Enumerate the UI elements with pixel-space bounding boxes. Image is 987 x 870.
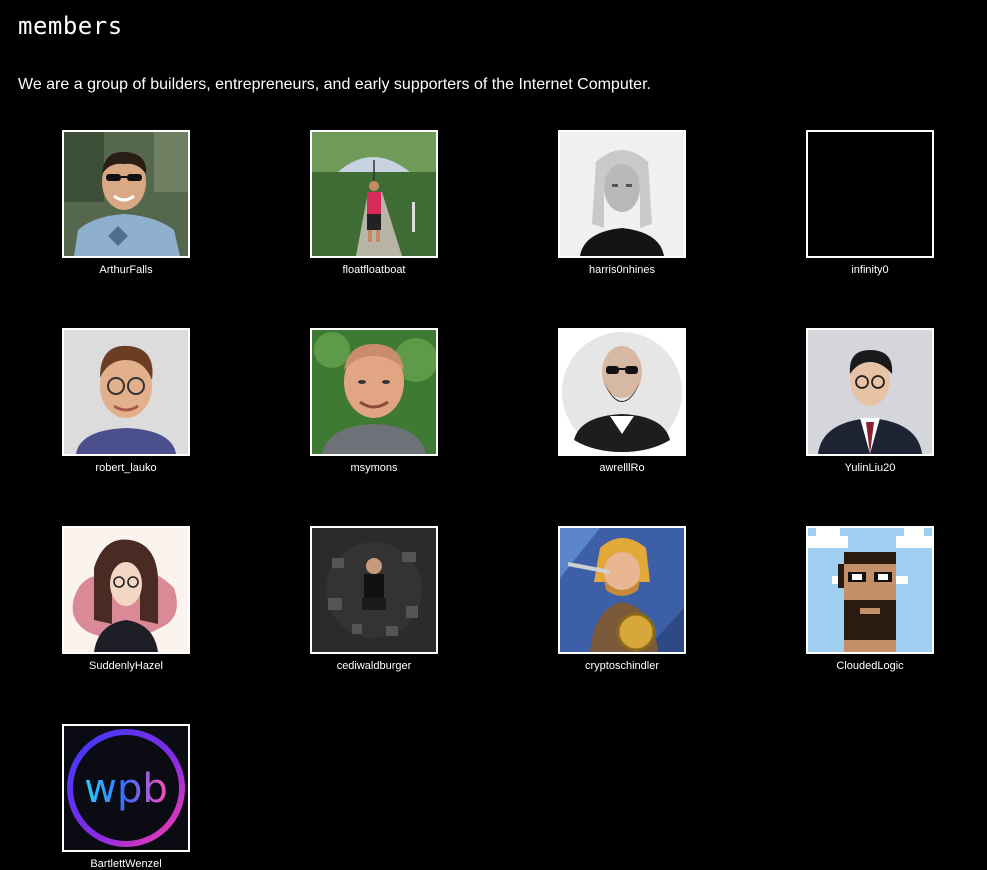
member-avatar[interactable] (310, 526, 438, 654)
cloudedlogic-pixel-art (808, 528, 932, 652)
member-name: CloudedLogic (836, 660, 904, 672)
member-avatar[interactable] (310, 328, 438, 456)
member-name: harris0nhines (588, 264, 656, 276)
suddenlyhazel-illustration (64, 528, 188, 652)
member-card-bartlettwenzel[interactable]: wpb BartlettWenzel (62, 724, 190, 870)
cediwaldburger-photo (312, 528, 436, 652)
member-card-floatfloatboat[interactable]: floatfloatboat (310, 130, 438, 276)
member-card-infinity0[interactable]: infinity0 (806, 130, 934, 276)
msymons-photo (312, 330, 436, 454)
member-avatar[interactable] (62, 526, 190, 654)
member-name: robert_lauko (95, 462, 157, 474)
member-name: cryptoschindler (585, 660, 659, 672)
members-grid: ArthurFalls floatfloatboat harris0nhines… (62, 130, 934, 870)
member-name: SuddenlyHazel (89, 660, 163, 672)
member-avatar[interactable] (62, 328, 190, 456)
floatfloatboat-photo (312, 132, 436, 256)
member-card-harris0nhines[interactable]: harris0nhines (558, 130, 686, 276)
member-name: cediwaldburger (336, 660, 412, 672)
logo-text: wpb (84, 766, 168, 812)
member-name: floatfloatboat (342, 264, 406, 276)
member-card-suddenlyhazel[interactable]: SuddenlyHazel (62, 526, 190, 672)
member-card-arthurfalls[interactable]: ArthurFalls (62, 130, 190, 276)
robert-lauko-photo (64, 330, 188, 454)
member-avatar[interactable] (62, 130, 190, 258)
cryptoschindler-illustration (560, 528, 684, 652)
member-card-cryptoschindler[interactable]: cryptoschindler (558, 526, 686, 672)
member-card-cloudedlogic[interactable]: CloudedLogic (806, 526, 934, 672)
member-card-cediwaldburger[interactable]: cediwaldburger (310, 526, 438, 672)
member-name: BartlettWenzel (90, 858, 162, 870)
member-name: YulinLiu20 (844, 462, 896, 474)
blank-avatar (808, 132, 932, 256)
member-card-awrelllro[interactable]: awrelllRo (558, 328, 686, 474)
member-avatar[interactable] (310, 130, 438, 258)
harris0nhines-photo (560, 132, 684, 256)
member-avatar[interactable] (558, 526, 686, 654)
member-avatar[interactable] (806, 328, 934, 456)
awrelllro-photo (560, 330, 684, 454)
member-avatar[interactable] (806, 130, 934, 258)
member-name: infinity0 (851, 264, 889, 276)
member-avatar[interactable]: wpb (62, 724, 190, 852)
member-name: msymons (350, 462, 398, 474)
arthurfalls-photo (64, 132, 188, 256)
member-card-msymons[interactable]: msymons (310, 328, 438, 474)
member-avatar[interactable] (558, 130, 686, 258)
intro-text: We are a group of builders, entrepreneur… (18, 76, 651, 93)
member-avatar[interactable] (558, 328, 686, 456)
yulinliu20-photo (808, 330, 932, 454)
member-card-yulinliu20[interactable]: YulinLiu20 (806, 328, 934, 474)
member-name: ArthurFalls (99, 264, 153, 276)
member-avatar[interactable] (806, 526, 934, 654)
member-card-robert-lauko[interactable]: robert_lauko (62, 328, 190, 474)
bartlettwenzel-logo: wpb (64, 726, 188, 850)
page-title: members (18, 12, 123, 40)
member-name: awrelllRo (599, 462, 645, 474)
